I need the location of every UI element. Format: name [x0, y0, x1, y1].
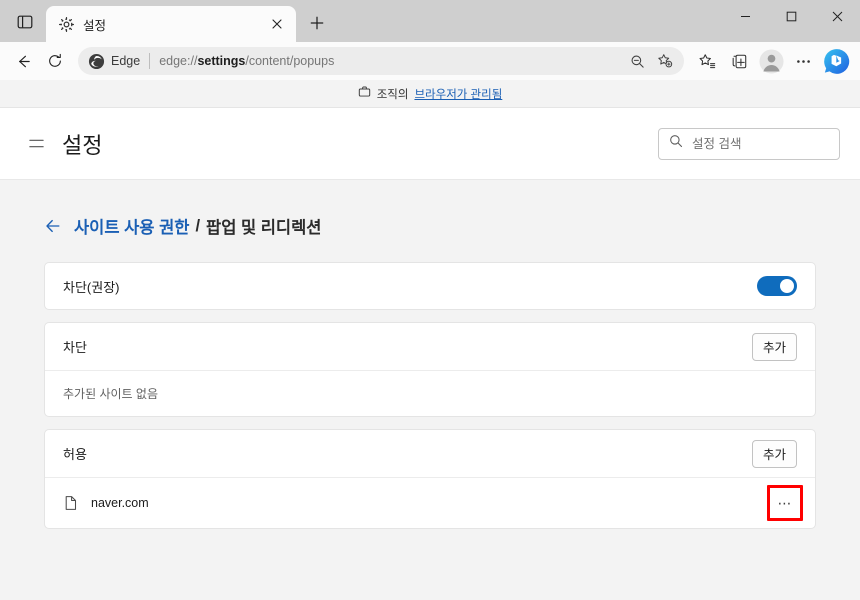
search-input[interactable]: [692, 137, 829, 151]
blocked-card-title: 차단: [63, 337, 87, 356]
collections-icon[interactable]: [724, 46, 754, 76]
table-row: naver.com ⋯: [45, 478, 815, 528]
close-icon[interactable]: [266, 13, 288, 35]
block-toggle-card: 차단(권장): [44, 262, 816, 310]
add-favorite-star-icon[interactable]: [652, 49, 678, 73]
block-toggle-row: 차단(권장): [45, 263, 815, 309]
tab-search-icon[interactable]: [8, 5, 42, 39]
breadcrumb: 사이트 사용 권한 / 팝업 및 리디렉션: [44, 180, 816, 262]
browser-tab[interactable]: 설정: [46, 6, 296, 42]
profile-avatar-icon[interactable]: [756, 46, 786, 76]
tab-strip: 설정: [0, 0, 332, 42]
browser-window: 설정: [0, 0, 860, 600]
omnibox-actions: [624, 49, 678, 73]
hamburger-menu-icon[interactable]: [20, 128, 52, 160]
managed-banner-link[interactable]: 브라우저가 관리됨: [414, 86, 502, 102]
bing-copilot-icon[interactable]: [820, 45, 852, 77]
breadcrumb-current: 팝업 및 리디렉션: [206, 214, 321, 238]
block-popups-toggle[interactable]: [757, 276, 797, 296]
zoom-out-icon[interactable]: [624, 49, 650, 73]
blocked-empty-row: 추가된 사이트 없음: [45, 370, 815, 416]
title-bar: 설정: [0, 0, 860, 42]
window-controls: [722, 0, 860, 42]
minimize-icon[interactable]: [722, 0, 768, 32]
maximize-icon[interactable]: [768, 0, 814, 32]
url-text: edge://settings/content/popups: [159, 54, 617, 68]
back-arrow-icon[interactable]: [44, 217, 62, 235]
block-toggle-label: 차단(권장): [63, 277, 120, 296]
edge-badge: Edge: [88, 53, 140, 70]
page-document-icon: [63, 495, 79, 511]
settings-header: 설정: [0, 108, 860, 180]
back-arrow-icon[interactable]: [8, 46, 38, 76]
browser-toolbar: Edge edge://settings/content/popups: [0, 42, 860, 80]
url-path: /content/popups: [245, 54, 334, 68]
more-horizontal-icon[interactable]: [788, 46, 818, 76]
edge-label: Edge: [111, 54, 140, 68]
allowed-card-header: 허용 추가: [45, 430, 815, 477]
page-title: 설정: [62, 128, 102, 160]
add-blocked-site-button[interactable]: 추가: [752, 333, 797, 361]
close-icon[interactable]: [814, 0, 860, 32]
managed-banner-prefix: 조직의: [377, 86, 409, 102]
add-allowed-site-button[interactable]: 추가: [752, 440, 797, 468]
more-horizontal-icon: ⋯: [778, 496, 793, 510]
site-name: naver.com: [91, 496, 149, 510]
edge-logo-icon: [88, 53, 105, 70]
search-box[interactable]: [658, 128, 840, 160]
allowed-site-row-wrap: naver.com ⋯: [45, 477, 815, 528]
gear-icon: [58, 16, 75, 33]
new-tab-button[interactable]: [302, 8, 332, 38]
allowed-card-title: 허용: [63, 444, 87, 463]
search-icon: [669, 134, 683, 153]
address-bar[interactable]: Edge edge://settings/content/popups: [78, 47, 684, 75]
url-domain: settings: [197, 54, 245, 68]
toggle-knob: [780, 279, 794, 293]
settings-search-wrap: [658, 128, 840, 160]
breadcrumb-parent-link[interactable]: 사이트 사용 권한: [74, 214, 189, 238]
site-more-options-button[interactable]: ⋯: [773, 491, 797, 515]
site-actions: ⋯: [773, 491, 797, 515]
blocked-card-header: 차단 추가: [45, 323, 815, 370]
managed-browser-banner: 조직의 브라우저가 관리됨: [0, 80, 860, 108]
blocked-sites-card: 차단 추가 추가된 사이트 없음: [44, 322, 816, 417]
blocked-empty-text: 추가된 사이트 없음: [63, 372, 158, 415]
reload-icon[interactable]: [40, 46, 70, 76]
breadcrumb-separator: /: [195, 217, 200, 236]
settings-content: 사이트 사용 권한 / 팝업 및 리디렉션 차단(권장) 차단 추가 추가된 사…: [0, 180, 860, 600]
briefcase-icon: [358, 85, 371, 103]
tab-title: 설정: [83, 15, 258, 34]
allowed-sites-card: 허용 추가 naver.com ⋯: [44, 429, 816, 529]
favorites-list-icon[interactable]: [692, 46, 722, 76]
url-prefix: edge://: [159, 54, 197, 68]
omnibox-divider: [149, 53, 150, 69]
